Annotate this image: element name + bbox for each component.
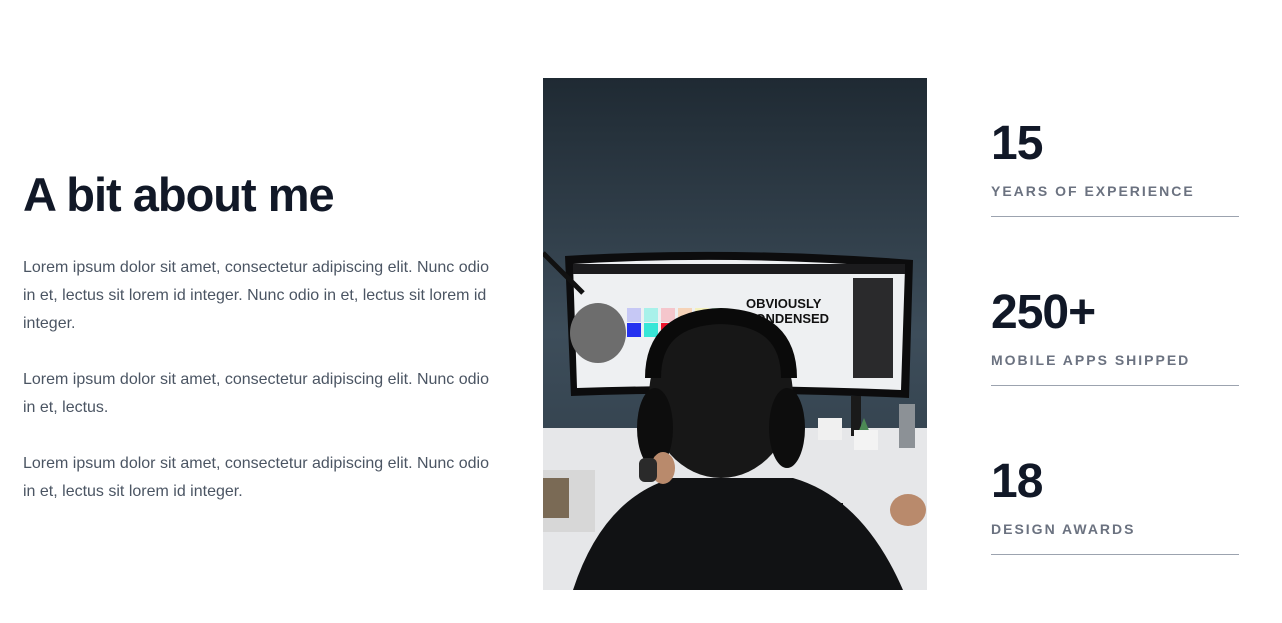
stat-value: 18: [991, 455, 1043, 508]
stat-label: YEARS OF EXPERIENCE: [991, 183, 1195, 199]
workspace-illustration: OBVIOUSLY CONDENSED: [543, 78, 927, 590]
stat-item: 15 YEARS OF EXPERIENCE: [991, 116, 1239, 285]
microphone: [570, 303, 626, 363]
stat-value: 15: [991, 117, 1043, 170]
workspace-photo: OBVIOUSLY CONDENSED: [543, 78, 927, 590]
about-section: A bit about me Lorem ipsum dolor sit ame…: [23, 166, 493, 534]
about-paragraphs: Lorem ipsum dolor sit amet, consectetur …: [23, 254, 493, 506]
stat-label: MOBILE APPS SHIPPED: [991, 352, 1191, 368]
stat-divider: [991, 216, 1239, 217]
about-paragraph: Lorem ipsum dolor sit amet, consectetur …: [23, 259, 489, 332]
about-paragraph: Lorem ipsum dolor sit amet, consectetur …: [23, 371, 489, 416]
stat-item: 18 DESIGN AWARDS: [991, 454, 1239, 623]
stats-list: 15 YEARS OF EXPERIENCE 250+ MOBILE APPS …: [991, 116, 1239, 623]
stat-divider: [991, 385, 1239, 386]
stat-value: 250+: [991, 286, 1096, 339]
stat-label: DESIGN AWARDS: [991, 521, 1136, 537]
about-heading: A bit about me: [23, 168, 335, 221]
screen-text: OBVIOUSLY: [746, 296, 822, 311]
about-paragraph: Lorem ipsum dolor sit amet, consectetur …: [23, 455, 489, 500]
stat-divider: [991, 554, 1239, 555]
stat-item: 250+ MOBILE APPS SHIPPED: [991, 285, 1239, 454]
